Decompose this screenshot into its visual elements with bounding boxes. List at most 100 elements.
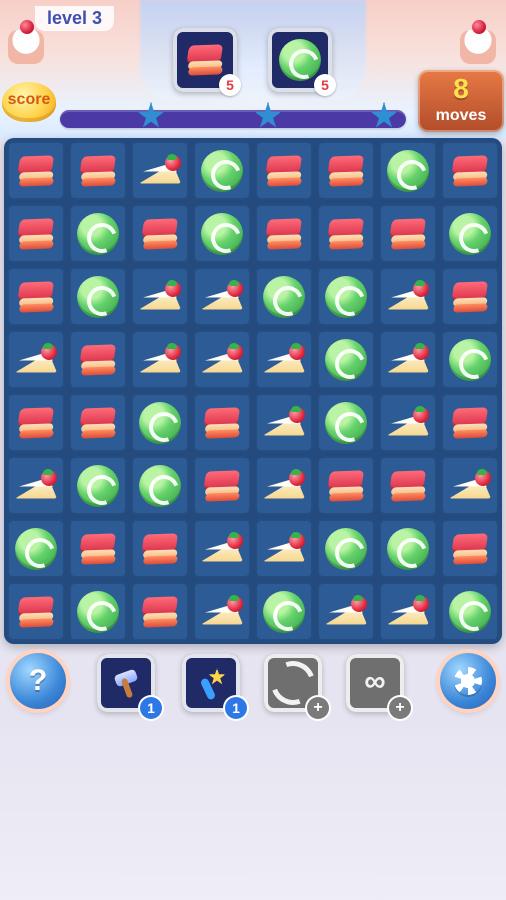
board-cell[interactable] <box>193 519 251 578</box>
board-cell[interactable] <box>193 141 251 200</box>
goal-green-roll-icon <box>279 39 321 81</box>
board-cell[interactable] <box>7 267 65 326</box>
strawberry-cake-tile <box>199 279 245 314</box>
board-cell[interactable] <box>193 267 251 326</box>
board-cell[interactable] <box>317 582 375 641</box>
infinite-icon: ∞ <box>364 665 386 698</box>
board-cell[interactable] <box>255 393 313 452</box>
board-cell[interactable] <box>379 141 437 200</box>
green-roll-tile <box>387 527 429 570</box>
booster-shuffle[interactable]: + <box>263 653 329 719</box>
board-cell[interactable] <box>7 456 65 515</box>
board-cell[interactable] <box>255 456 313 515</box>
board-cell[interactable] <box>193 582 251 641</box>
goal-card-green: 5 <box>268 28 336 96</box>
board-cell[interactable] <box>441 456 499 515</box>
level-label: level 3 <box>35 6 115 31</box>
booster-bar <box>0 650 506 720</box>
board-cell[interactable] <box>131 519 189 578</box>
red-cake-tile <box>13 406 58 439</box>
board-cell[interactable] <box>69 519 127 578</box>
red-cake-tile <box>323 217 368 250</box>
board-cell[interactable] <box>193 456 251 515</box>
board-cell[interactable] <box>441 393 499 452</box>
board-cell[interactable] <box>131 204 189 263</box>
board-cell[interactable] <box>317 204 375 263</box>
board-cell[interactable] <box>441 267 499 326</box>
green-roll-tile <box>201 149 243 192</box>
board-cell[interactable] <box>255 267 313 326</box>
board-cell[interactable] <box>131 267 189 326</box>
strawberry-cake-tile <box>13 468 59 503</box>
booster-hammer[interactable]: 1 <box>97 654 162 719</box>
score-badge: score <box>2 82 56 122</box>
add-booster-button[interactable]: + <box>307 697 329 719</box>
board-cell[interactable] <box>255 330 313 389</box>
strawberry-cake-tile <box>385 279 431 314</box>
green-roll-tile <box>77 590 119 633</box>
board-cell[interactable] <box>379 519 437 578</box>
board-cell[interactable] <box>317 456 375 515</box>
red-cake-tile <box>199 406 244 439</box>
green-roll-tile <box>263 590 305 633</box>
board-cell[interactable] <box>317 330 375 389</box>
board-cell[interactable] <box>441 330 499 389</box>
board-cell[interactable] <box>255 204 313 263</box>
board-cell[interactable] <box>7 330 65 389</box>
board-cell[interactable] <box>193 330 251 389</box>
decor-cake-right <box>460 20 496 64</box>
board-cell[interactable] <box>441 519 499 578</box>
board-cell[interactable] <box>69 393 127 452</box>
board-cell[interactable] <box>441 582 499 641</box>
board-cell[interactable] <box>379 204 437 263</box>
goal-card-red: 5 <box>173 28 241 96</box>
add-booster-button[interactable]: + <box>389 697 411 719</box>
board-cell[interactable] <box>317 141 375 200</box>
hammer-icon <box>109 666 143 700</box>
score-label: score <box>7 91 51 108</box>
board-cell[interactable] <box>69 582 127 641</box>
board-cell[interactable] <box>193 204 251 263</box>
goal-count-green: 5 <box>314 74 336 96</box>
board-cell[interactable] <box>69 330 127 389</box>
strawberry-cake-tile <box>199 594 245 629</box>
board-cell[interactable] <box>69 141 127 200</box>
board-cell[interactable] <box>7 582 65 641</box>
settings-button[interactable] <box>440 653 496 709</box>
board-cell[interactable] <box>193 393 251 452</box>
board-cell[interactable] <box>69 204 127 263</box>
board-cell[interactable] <box>131 582 189 641</box>
booster-wand[interactable]: 1 <box>182 654 247 719</box>
strawberry-cake-tile <box>385 405 431 440</box>
board-cell[interactable] <box>131 141 189 200</box>
board-cell[interactable] <box>379 330 437 389</box>
board-cell[interactable] <box>379 582 437 641</box>
board-cell[interactable] <box>317 519 375 578</box>
score-progress-bar <box>60 110 406 128</box>
board-cell[interactable] <box>441 204 499 263</box>
board-cell[interactable] <box>379 267 437 326</box>
board-cell[interactable] <box>69 456 127 515</box>
board-cell[interactable] <box>379 393 437 452</box>
board-cell[interactable] <box>317 267 375 326</box>
board-cell[interactable] <box>441 141 499 200</box>
board-cell[interactable] <box>7 393 65 452</box>
board-cell[interactable] <box>379 456 437 515</box>
board-cell[interactable] <box>131 330 189 389</box>
moves-counter: 8 moves <box>418 70 504 132</box>
board-cell[interactable] <box>317 393 375 452</box>
board-cell[interactable] <box>7 519 65 578</box>
board-cell[interactable] <box>7 141 65 200</box>
help-button[interactable]: ? <box>10 653 66 709</box>
board-cell[interactable] <box>131 456 189 515</box>
cherry-icon <box>20 20 34 34</box>
board-cell[interactable] <box>255 141 313 200</box>
board-cell[interactable] <box>69 267 127 326</box>
board-cell[interactable] <box>255 519 313 578</box>
board-cell[interactable] <box>7 204 65 263</box>
board-cell[interactable] <box>255 582 313 641</box>
strawberry-cake-tile <box>261 342 307 377</box>
booster-infinite[interactable]: ∞ + <box>346 654 411 719</box>
board-cell[interactable] <box>131 393 189 452</box>
green-roll-tile <box>77 212 119 255</box>
